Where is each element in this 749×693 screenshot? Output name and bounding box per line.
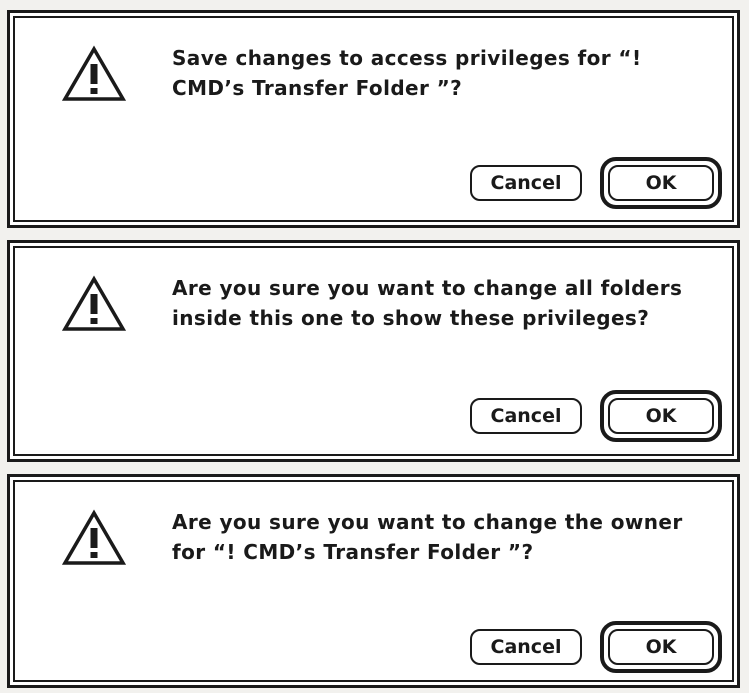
ok-button[interactable]: OK: [608, 629, 714, 665]
alert-message: Save changes to access privileges for “!…: [172, 46, 642, 100]
cancel-button[interactable]: Cancel: [470, 165, 582, 201]
cancel-button[interactable]: Cancel: [470, 398, 582, 434]
save-access-privileges-dialog: Save changes to access privileges for “!…: [7, 10, 740, 228]
default-button-ring: OK: [600, 390, 722, 442]
caution-triangle-icon: [62, 45, 126, 101]
alert-message: Are you sure you want to change the owne…: [172, 510, 683, 564]
change-enclosed-folders-dialog: Are you sure you want to change all fold…: [7, 240, 740, 462]
ok-button[interactable]: OK: [608, 165, 714, 201]
change-owner-dialog: Are you sure you want to change the owne…: [7, 474, 740, 688]
caution-triangle-icon: [62, 275, 126, 331]
alert-message: Are you sure you want to change all fold…: [172, 276, 683, 330]
cancel-button[interactable]: Cancel: [470, 629, 582, 665]
default-button-ring: OK: [600, 621, 722, 673]
ok-button[interactable]: OK: [608, 398, 714, 434]
default-button-ring: OK: [600, 157, 722, 209]
caution-triangle-icon: [62, 509, 126, 565]
